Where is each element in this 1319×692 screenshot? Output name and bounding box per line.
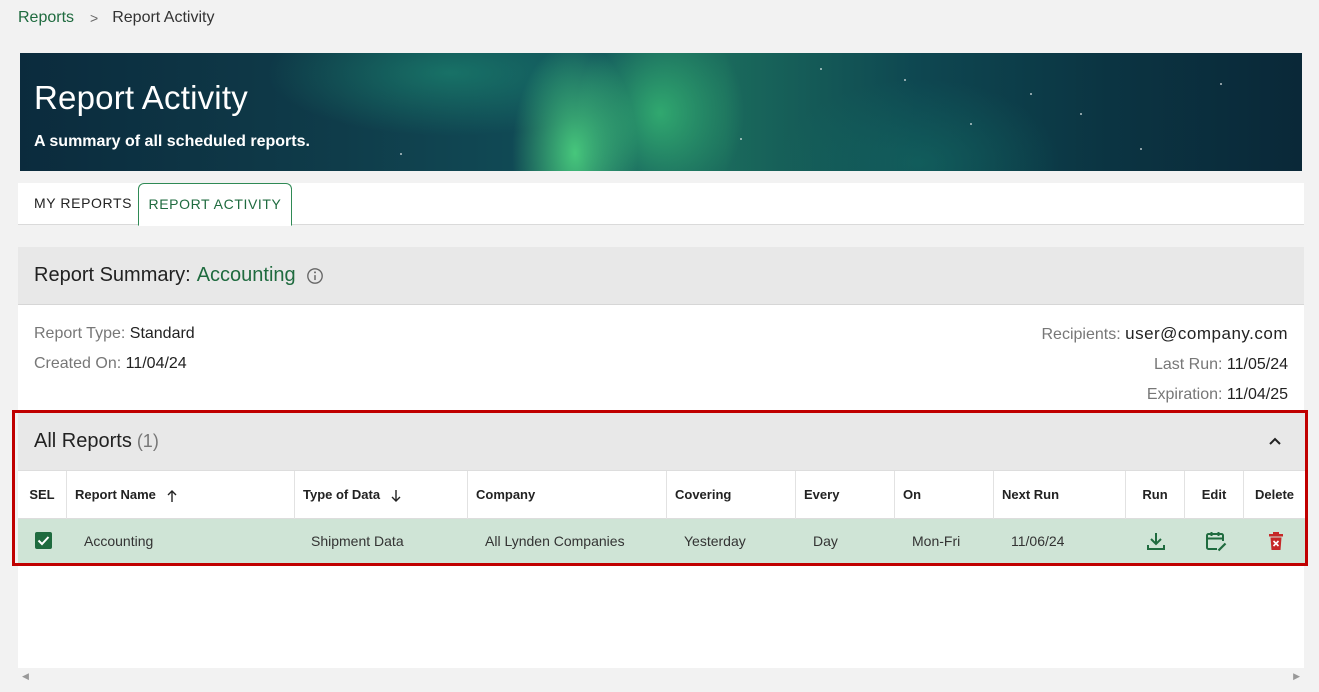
report-summary-header: Report Summary: Accounting (18, 247, 1304, 305)
column-report-name[interactable]: Report Name (67, 471, 295, 519)
column-next-run[interactable]: Next Run (994, 471, 1126, 519)
trash-icon[interactable] (1264, 529, 1288, 553)
breadcrumb-reports-link[interactable]: Reports (18, 9, 74, 27)
column-every[interactable]: Every (796, 471, 895, 519)
arrow-down-icon (391, 489, 401, 502)
page-subtitle: A summary of all scheduled reports. (34, 133, 310, 150)
all-reports-section: All Reports (1) SEL Report Name Type of … (12, 410, 1308, 566)
report-type-line: Report Type: Standard (34, 319, 195, 349)
column-on[interactable]: On (895, 471, 994, 519)
tab-bar: MY REPORTS REPORT ACTIVITY (18, 183, 1304, 226)
cell-report-name: Accounting (84, 533, 154, 549)
chevron-up-icon[interactable] (1265, 431, 1285, 451)
cell-company: All Lynden Companies (485, 533, 625, 549)
download-icon[interactable] (1144, 529, 1168, 553)
recipients-line: Recipients: user@company.com (1042, 319, 1289, 350)
tab-report-activity[interactable]: REPORT ACTIVITY (138, 183, 292, 226)
created-on-key: Created On: (34, 355, 122, 372)
breadcrumb: Reports > Report Activity (18, 8, 214, 28)
column-edit: Edit (1185, 471, 1244, 519)
last-run-key: Last Run: (1153, 356, 1223, 373)
page-title: Report Activity (34, 79, 248, 116)
expiration-value: 11/04/25 (1226, 386, 1288, 403)
scroll-right-icon[interactable]: ▶ (1293, 671, 1300, 682)
recipients-key: Recipients: (1041, 326, 1121, 343)
last-run-line: Last Run: 11/05/24 (1042, 350, 1288, 380)
column-sel: SEL (18, 471, 67, 519)
page-banner: Report Activity A summary of all schedul… (20, 53, 1302, 171)
report-type-key: Report Type: (34, 325, 126, 342)
created-on-value: 11/04/24 (125, 355, 187, 372)
column-report-name-label: Report Name (75, 487, 156, 502)
column-type-of-data[interactable]: Type of Data (295, 471, 468, 519)
column-company[interactable]: Company (468, 471, 667, 519)
expiration-line: Expiration: 11/04/25 (1042, 380, 1288, 410)
column-delete: Delete (1254, 487, 1295, 502)
reports-table-header: SEL Report Name Type of Data Company Cov… (18, 470, 1305, 519)
horizontal-scrollbar[interactable]: ◀ ▶ (18, 668, 1304, 684)
recipients-value: user@company.com (1125, 324, 1288, 343)
all-reports-title: All Reports (34, 430, 132, 452)
last-run-value: 11/05/24 (1226, 356, 1288, 373)
report-type-value: Standard (129, 325, 195, 342)
cell-next-run: 11/06/24 (1011, 533, 1065, 549)
column-covering[interactable]: Covering (667, 471, 796, 519)
report-meta-left: Report Type: Standard Created On: 11/04/… (34, 319, 195, 379)
cell-type-of-data: Shipment Data (311, 533, 404, 549)
column-type-of-data-label: Type of Data (303, 487, 381, 502)
scroll-left-icon[interactable]: ◀ (22, 671, 29, 682)
cell-on: Mon-Fri (912, 533, 961, 549)
info-icon[interactable] (306, 267, 324, 285)
report-summary-label: Report Summary: (34, 264, 191, 286)
expiration-key: Expiration: (1146, 386, 1223, 403)
column-run: Run (1126, 471, 1185, 519)
cell-every: Day (813, 533, 838, 549)
tab-my-reports[interactable]: MY REPORTS (34, 183, 132, 225)
cell-covering: Yesterday (684, 533, 746, 549)
checkbox-checked-icon[interactable] (35, 532, 52, 549)
table-row[interactable]: Accounting Shipment Data All Lynden Comp… (18, 519, 1305, 563)
breadcrumb-current: Report Activity (112, 9, 215, 26)
all-reports-header: All Reports (1) (18, 413, 1305, 470)
report-summary-name: Accounting (196, 264, 296, 286)
all-reports-count: (1) (136, 431, 159, 451)
created-on-line: Created On: 11/04/24 (34, 349, 195, 379)
breadcrumb-separator: > (90, 10, 99, 26)
calendar-edit-icon[interactable] (1204, 529, 1228, 553)
report-meta-right: Recipients: user@company.com Last Run: 1… (1042, 319, 1289, 410)
arrow-up-icon (167, 489, 177, 502)
